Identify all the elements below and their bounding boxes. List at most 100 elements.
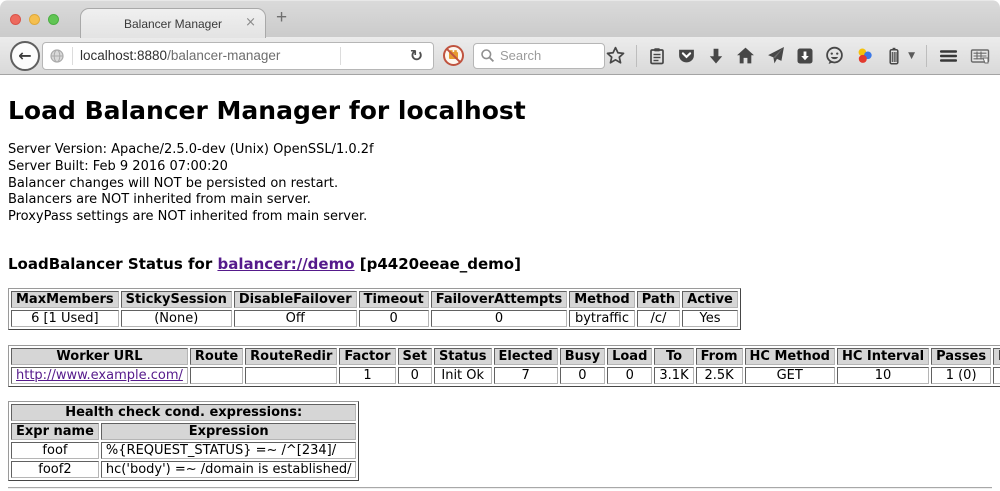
chat-smiley-icon[interactable]	[825, 46, 844, 65]
balancer-demo-link[interactable]: balancer://demo	[217, 255, 354, 273]
proxypass-inherit-line: ProxyPass settings are NOT inherited fro…	[8, 209, 992, 226]
cell-set: 0	[398, 367, 432, 384]
cell-hc-interval: 10	[837, 367, 929, 384]
cell-status: Init Ok	[434, 367, 492, 384]
cell-busy: 0	[560, 367, 605, 384]
column-header: Status	[434, 348, 492, 365]
column-header: Fails	[993, 348, 1000, 365]
new-tab-button[interactable]: +	[276, 7, 287, 29]
column-header: Expr name	[11, 423, 99, 440]
worker-status-table: Worker URL Route RouteRedir Factor Set S…	[8, 345, 1000, 387]
cell-expression: hc('body') =~ /domain is established/	[101, 461, 357, 478]
cell-stickysession: (None)	[121, 310, 232, 327]
column-header: Worker URL	[11, 348, 188, 365]
plugin-blocked-icon[interactable]	[442, 44, 465, 67]
home-icon[interactable]	[736, 46, 755, 65]
table-row: foof %{REQUEST_STATUS} =~ /^[234]/	[11, 442, 356, 459]
health-check-table: Health check cond. expressions: Expr nam…	[8, 401, 359, 481]
close-window-button[interactable]	[10, 14, 21, 25]
reading-list-icon[interactable]	[648, 47, 666, 65]
table-row: http://www.example.com/ 1 0 Init Ok 7 0 …	[11, 367, 1000, 384]
toolbar-divider	[636, 45, 637, 67]
column-header: Route	[190, 348, 243, 365]
cell-factor: 1	[339, 367, 395, 384]
cell-from: 2.5K	[696, 367, 743, 384]
column-header: Path	[637, 291, 680, 308]
table-title-row: Health check cond. expressions:	[11, 404, 356, 421]
column-header: RouteRedir	[245, 348, 337, 365]
column-header: Method	[569, 291, 634, 308]
navigation-toolbar: ← localhost:8880/balancer-manager ↻	[0, 37, 1000, 75]
search-icon	[480, 48, 495, 63]
cell-path: /c/	[637, 310, 680, 327]
cell-expr-name: foof	[11, 442, 99, 459]
traffic-lights	[10, 14, 59, 25]
status-heading-prefix: LoadBalancer Status for	[8, 255, 217, 273]
bottom-divider	[8, 487, 992, 489]
back-button[interactable]: ←	[10, 41, 40, 71]
status-heading-suffix: [p4420eeae_demo]	[355, 255, 521, 273]
tab-close-icon[interactable]: ×	[245, 15, 256, 31]
column-header: Set	[398, 348, 432, 365]
server-info: Server Version: Apache/2.5.0-dev (Unix) …	[8, 142, 992, 226]
cell-to: 3.1K	[654, 367, 693, 384]
cell-active: Yes	[682, 310, 738, 327]
cell-load: 0	[607, 367, 652, 384]
loadbalancer-status-heading: LoadBalancer Status for balancer://demo …	[8, 255, 992, 273]
cell-expr-name: foof2	[11, 461, 99, 478]
pocket-icon[interactable]	[677, 46, 696, 65]
cell-maxmembers: 6 [1 Used]	[11, 310, 119, 327]
dropdown-caret-icon[interactable]: ▼	[908, 51, 915, 61]
column-header: Active	[682, 291, 738, 308]
toolbar-divider	[926, 45, 927, 67]
url-domain: localhost:8880	[80, 48, 167, 63]
tab-balancer-manager[interactable]: Balancer Manager ×	[80, 8, 266, 38]
cell-worker-url: http://www.example.com/	[11, 367, 188, 384]
column-header: DisableFailover	[234, 291, 357, 308]
balancers-inherit-line: Balancers are NOT inherited from main se…	[8, 192, 992, 209]
cell-route	[190, 367, 243, 384]
column-header: HC Method	[745, 348, 835, 365]
server-built-line: Server Built: Feb 9 2016 07:00:20	[8, 159, 992, 176]
table-header-row: Worker URL Route RouteRedir Factor Set S…	[11, 348, 1000, 365]
zoom-window-button[interactable]	[48, 14, 59, 25]
column-header: Load	[607, 348, 652, 365]
globe-icon	[49, 48, 65, 64]
battery-icon[interactable]	[885, 47, 903, 65]
url-text[interactable]: localhost:8880/balancer-manager	[80, 48, 280, 63]
url-path: /balancer-manager	[167, 48, 280, 63]
column-header: Expression	[101, 423, 357, 440]
persist-warning-line: Balancer changes will NOT be persisted o…	[8, 176, 992, 193]
column-header: Passes	[931, 348, 991, 365]
cell-fails: 2 (0)	[993, 367, 1000, 384]
search-placeholder: Search	[500, 48, 541, 63]
bookmark-star-icon[interactable]	[606, 46, 625, 65]
tab-title: Balancer Manager	[124, 17, 222, 31]
column-header: From	[696, 348, 743, 365]
table-header-row: Expr name Expression	[11, 423, 356, 440]
server-version-line: Server Version: Apache/2.5.0-dev (Unix) …	[8, 142, 992, 159]
download-box-icon[interactable]	[796, 47, 814, 65]
keyboard-grid-icon[interactable]	[970, 47, 990, 65]
toolbar-buttons: ▼	[606, 45, 990, 67]
table-row: 6 [1 Used] (None) Off 0 0 bytraffic /c/ …	[11, 310, 738, 327]
send-icon[interactable]	[766, 46, 785, 65]
minimize-window-button[interactable]	[29, 14, 40, 25]
reload-icon[interactable]: ↻	[400, 46, 433, 65]
table-header-row: MaxMembers StickySession DisableFailover…	[11, 291, 738, 308]
reload-divider	[340, 47, 341, 65]
search-input[interactable]: Search	[473, 43, 605, 69]
column-header: To	[654, 348, 693, 365]
menu-icon[interactable]	[938, 47, 959, 65]
cell-routeredir	[245, 367, 337, 384]
cell-passes: 1 (0)	[931, 367, 991, 384]
cell-expression: %{REQUEST_STATUS} =~ /^[234]/	[101, 442, 357, 459]
worker-url-link[interactable]: http://www.example.com/	[16, 368, 183, 383]
cell-disablefailover: Off	[234, 310, 357, 327]
downloads-icon[interactable]	[707, 47, 725, 65]
url-bar[interactable]: localhost:8880/balancer-manager ↻	[42, 42, 434, 70]
cell-elected: 7	[494, 367, 558, 384]
back-icon: ←	[18, 46, 31, 65]
table-row: foof2 hc('body') =~ /domain is establish…	[11, 461, 356, 478]
colored-dots-icon[interactable]	[855, 46, 874, 65]
